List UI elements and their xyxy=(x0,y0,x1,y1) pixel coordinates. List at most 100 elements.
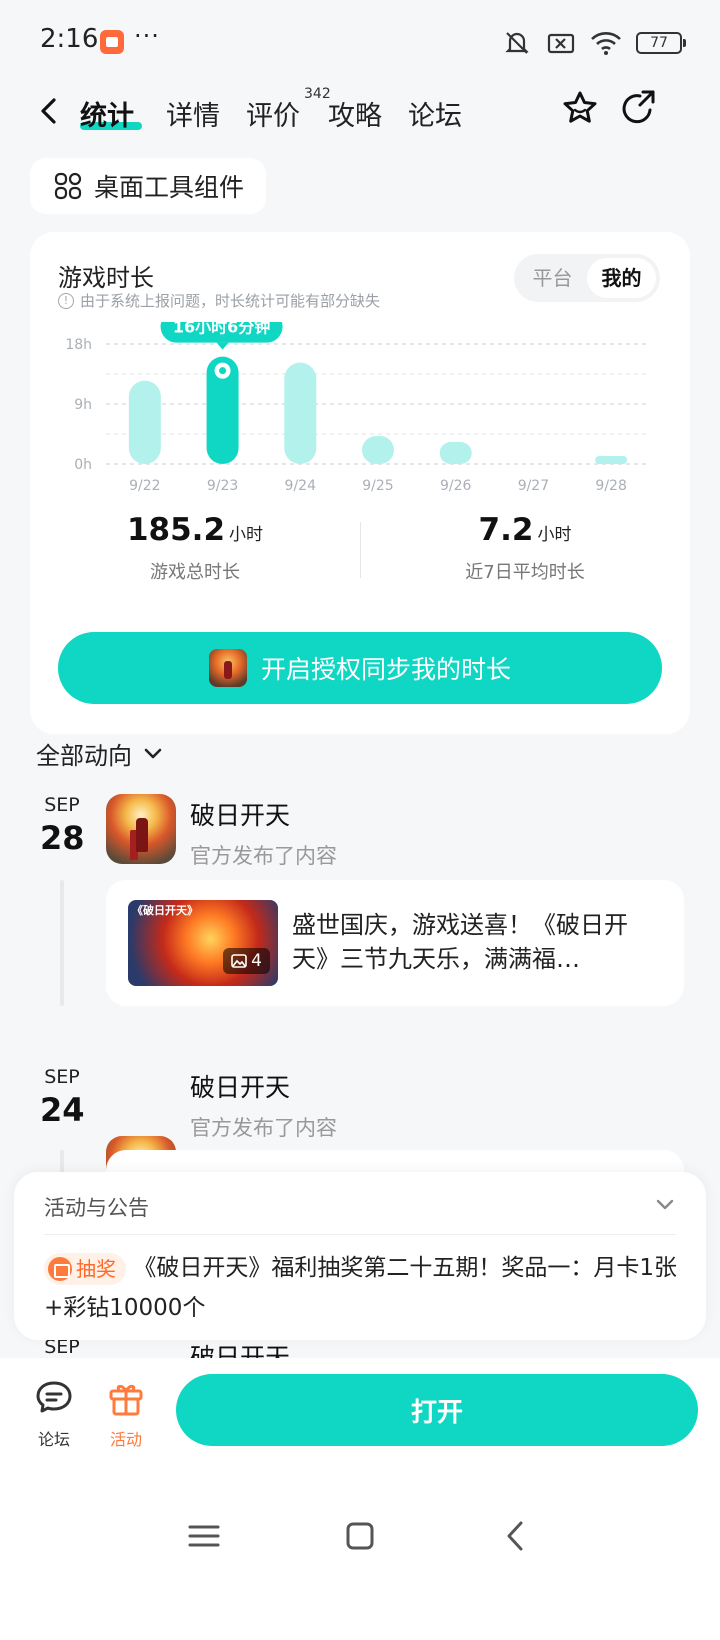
collapse-chevron-icon[interactable] xyxy=(654,1194,676,1216)
play-time-title: 游戏时长 xyxy=(58,264,154,292)
game-thumbnail xyxy=(208,649,247,687)
system-back-icon[interactable] xyxy=(496,1516,536,1556)
status-time: 2:16 xyxy=(40,24,99,54)
chart-tooltip-label: 16小时6分钟 xyxy=(173,322,270,337)
wifi-icon xyxy=(591,32,621,55)
post-image-count: 4 xyxy=(223,948,270,974)
chart-x-tick-label: 9/25 xyxy=(362,478,393,494)
chart-bar xyxy=(128,380,161,464)
home-icon[interactable] xyxy=(340,1516,380,1556)
chart-tooltip-pointer xyxy=(216,342,229,350)
avg-time-block: 7.2 小时 近7日平均时长 xyxy=(360,512,690,584)
feed-filter-dropdown[interactable]: 全部动向 xyxy=(36,736,164,771)
open-game-button[interactable]: 打开 xyxy=(176,1374,698,1446)
timeline-line xyxy=(60,880,64,1006)
chart-x-tick-label: 9/24 xyxy=(285,478,317,494)
forum-chat-icon xyxy=(36,1381,72,1413)
tab-forum[interactable]: 论坛 xyxy=(408,94,462,133)
bottom-forum-button[interactable]: 论坛 xyxy=(24,1378,84,1450)
chart-bar xyxy=(284,362,317,464)
post-image[interactable]: 《破日开天》 4 xyxy=(128,900,278,986)
post-image-count-value: 4 xyxy=(251,951,262,971)
play-time-note: ! 由于系统上报问题，时长统计可能有部分缺失 xyxy=(58,290,380,311)
chart-y-tick-label: 9h xyxy=(74,397,92,413)
post-image-title: 《破日开天》 xyxy=(132,904,198,917)
announcement-sheet[interactable]: 活动与公告 抽奖 《破日开天》福利抽奖第二十五期！奖品一：月卡1张+彩钻1000… xyxy=(14,1172,706,1340)
play-time-note-text: 由于系统上报问题，时长统计可能有部分缺失 xyxy=(80,292,381,310)
gift-icon xyxy=(109,1384,143,1416)
total-time-label: 游戏总时长 xyxy=(150,562,240,583)
play-time-chart: 18h 9h 0h 9/22 16小时6分钟 9/23 9/24 9/25 9/26 9/27 9/… xyxy=(65,322,650,494)
menu-icon[interactable] xyxy=(184,1516,224,1556)
feed-date: SEP 24 xyxy=(40,1066,85,1129)
chart-bar xyxy=(362,436,394,464)
bottom-activity-button[interactable]: 活动 xyxy=(96,1378,156,1450)
desktop-widget-button[interactable]: 桌面工具组件 xyxy=(30,158,266,214)
reviews-count-badge: 342 xyxy=(304,86,331,102)
favorite-star-icon[interactable] xyxy=(560,88,600,128)
avg-time-unit: 小时 xyxy=(537,525,572,545)
game-icon[interactable] xyxy=(106,794,176,864)
bottom-forum-label: 论坛 xyxy=(37,1430,70,1449)
feed-entry-sub: 官方发布了内容 xyxy=(190,844,337,868)
announcement-title: 活动与公告 xyxy=(44,1196,149,1220)
share-icon[interactable] xyxy=(618,88,658,128)
feed-entry-header: 破日开天 官方发布了内容 xyxy=(190,1068,337,1142)
feed-entry-header: 破日开天 官方发布了内容 xyxy=(190,796,337,870)
info-icon: ! xyxy=(58,292,74,309)
tab-guides[interactable]: 攻略 xyxy=(328,94,382,133)
app-notification-icon xyxy=(100,30,124,54)
play-time-card: 游戏时长 ! 由于系统上报问题，时长统计可能有部分缺失 平台 我的 18h 9h 0… xyxy=(30,232,690,734)
bottom-bar: 论坛 活动 打开 xyxy=(0,1358,720,1640)
tab-reviews[interactable]: 评价 xyxy=(246,94,300,133)
announcement-text: 《破日开天》福利抽奖第二十五期！奖品一：月卡1张+彩钻10000个 xyxy=(44,1255,677,1321)
feed-date-day: 24 xyxy=(40,1091,85,1129)
tab-stats[interactable]: 统计 xyxy=(80,94,134,133)
battery-icon: 77 xyxy=(636,32,686,54)
no-sim-icon xyxy=(547,33,575,54)
toggle-platform[interactable]: 平台 xyxy=(518,258,587,298)
sync-time-label: 开启授权同步我的时长 xyxy=(260,655,511,684)
lottery-badge: 抽奖 xyxy=(44,1252,126,1285)
desktop-widget-label: 桌面工具组件 xyxy=(94,173,245,202)
chart-bar xyxy=(595,456,628,464)
avg-time-value: 7.2 xyxy=(478,512,534,548)
chart-bar xyxy=(439,442,472,464)
sync-time-button[interactable]: 开启授权同步我的时长 xyxy=(58,632,662,704)
post-card[interactable]: 《破日开天》 4 盛世国庆，游戏送喜！《破日开天》三节九天乐，满满福… xyxy=(106,880,684,1006)
feed-date-month: SEP xyxy=(44,794,80,816)
post-text: 盛世国庆，游戏送喜！《破日开天》三节九天乐，满满福… xyxy=(292,911,628,973)
feed-date-day: 28 xyxy=(40,819,85,857)
announcement-item[interactable]: 抽奖 《破日开天》福利抽奖第二十五期！奖品一：月卡1张+彩钻10000个 xyxy=(44,1248,684,1328)
avg-time-label: 近7日平均时长 xyxy=(465,562,585,583)
feed-date-month: SEP xyxy=(44,1066,80,1088)
total-time-unit: 小时 xyxy=(229,525,264,545)
gift-icon xyxy=(48,1256,72,1281)
chevron-down-icon xyxy=(144,748,162,758)
feed-filter-label: 全部动向 xyxy=(36,742,132,770)
feed-entry-sub: 官方发布了内容 xyxy=(190,1116,337,1140)
mute-icon xyxy=(505,32,529,54)
feed-date: SEP 28 xyxy=(40,794,85,857)
widget-grid-icon xyxy=(54,172,82,200)
total-time-block: 185.2 小时 游戏总时长 xyxy=(30,512,360,584)
lottery-tag-label: 抽奖 xyxy=(76,1256,116,1281)
source-toggle[interactable]: 平台 我的 xyxy=(514,254,660,302)
chart-x-tick-label: 9/22 xyxy=(129,478,160,494)
sheet-divider xyxy=(44,1234,676,1235)
chart-x-tick-label: 9/27 xyxy=(518,478,549,494)
game-name[interactable]: 破日开天 xyxy=(190,1068,337,1104)
status-icons: 77 xyxy=(502,28,686,58)
chart-bar-marker-dot xyxy=(219,367,227,375)
chart-x-tick-label: 9/23 xyxy=(207,478,238,494)
toggle-mine[interactable]: 我的 xyxy=(587,258,656,298)
total-time-value: 185.2 xyxy=(126,512,226,548)
tab-details[interactable]: 详情 xyxy=(166,94,220,133)
game-name[interactable]: 破日开天 xyxy=(190,796,337,832)
chart-y-tick-label: 0h xyxy=(74,457,92,473)
bottom-activity-label: 活动 xyxy=(109,1430,142,1449)
image-icon xyxy=(231,954,247,968)
more-notifications-icon: ··· xyxy=(134,22,160,50)
chart-x-tick-label: 9/28 xyxy=(595,478,626,494)
back-icon[interactable] xyxy=(36,98,62,124)
